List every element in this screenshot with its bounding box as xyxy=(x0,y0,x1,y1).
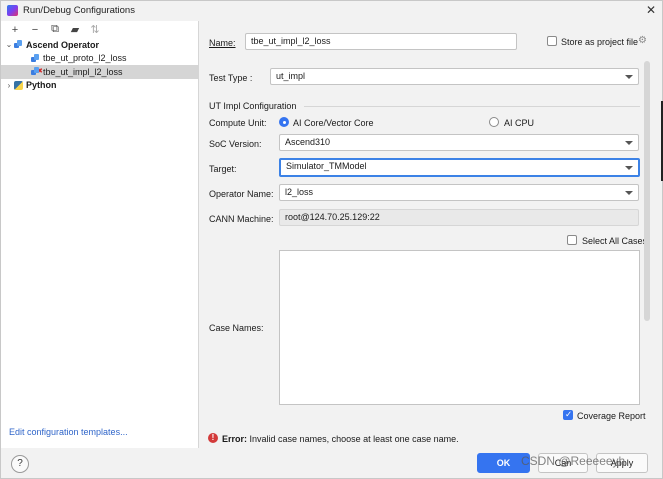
chevron-down-icon xyxy=(625,141,633,145)
test-type-value: ut_impl xyxy=(276,71,306,81)
error-label: Error: xyxy=(222,434,248,444)
soc-version-label: SoC Version: xyxy=(209,139,262,149)
cann-machine-field: root@124.70.25.129:22 xyxy=(279,209,639,226)
error-mark-icon: ✖ xyxy=(37,68,43,76)
name-input[interactable]: tbe_ut_impl_l2_loss xyxy=(245,33,517,50)
compute-unit-label: Compute Unit: xyxy=(209,118,267,128)
chevron-right-icon[interactable]: › xyxy=(4,81,14,90)
tree-toolbar: + − ⧉ ▰ ⇅ xyxy=(1,21,199,38)
soc-version-select[interactable]: Ascend310 xyxy=(279,134,639,151)
add-icon[interactable]: + xyxy=(5,22,25,37)
target-value: Simulator_TMModel xyxy=(286,161,367,171)
app-logo-icon xyxy=(7,5,18,16)
tree-group-ascend-operator[interactable]: ⌄ Ascend Operator xyxy=(1,38,199,52)
tree-item-label: tbe_ut_proto_l2_loss xyxy=(43,53,127,64)
radio-ai-cpu-label: AI CPU xyxy=(504,118,535,128)
test-type-label: Test Type : xyxy=(209,73,253,83)
section-title: UT Impl Configuration xyxy=(209,101,297,111)
case-names-list[interactable] xyxy=(279,250,640,405)
form-scrollbar[interactable] xyxy=(644,61,650,321)
section-divider xyxy=(304,106,640,107)
target-select[interactable]: Simulator_TMModel xyxy=(279,158,640,177)
operator-name-value: l2_loss xyxy=(285,187,314,197)
target-label: Target: xyxy=(209,164,237,174)
operator-config-icon: ✖ xyxy=(31,67,43,76)
chevron-down-icon xyxy=(625,191,633,195)
title-bar: Run/Debug Configurations ✕ xyxy=(1,1,662,21)
name-label: Name: xyxy=(209,38,236,48)
cann-machine-label: CANN Machine: xyxy=(209,214,274,224)
operator-name-label: Operator Name: xyxy=(209,189,274,199)
chevron-down-icon xyxy=(625,75,633,79)
python-icon xyxy=(14,80,23,90)
copy-icon[interactable]: ⧉ xyxy=(45,22,65,37)
edit-templates-link[interactable]: Edit configuration templates... xyxy=(9,427,128,437)
tree-group-label: Python xyxy=(26,80,57,91)
coverage-report-checkbox[interactable] xyxy=(563,409,573,420)
case-names-label: Case Names: xyxy=(209,323,264,333)
chevron-down-icon xyxy=(625,166,633,170)
config-tree: ⌄ Ascend Operator tbe_ut_proto_l2_loss ✖… xyxy=(1,38,199,92)
folder-icon[interactable]: ▰ xyxy=(65,22,85,37)
config-tree-panel: + − ⧉ ▰ ⇅ ⌄ Ascend Operator tbe_ut_proto… xyxy=(1,21,199,448)
error-message: Error: Invalid case names, choose at lea… xyxy=(222,434,459,444)
tree-item-proto[interactable]: tbe_ut_proto_l2_loss xyxy=(1,52,199,66)
test-type-select[interactable]: ut_impl xyxy=(270,68,639,85)
config-form: Name: tbe_ut_impl_l2_loss Store as proje… xyxy=(200,21,662,448)
remove-icon[interactable]: − xyxy=(25,22,45,37)
soc-version-value: Ascend310 xyxy=(285,137,331,147)
radio-ai-cpu[interactable] xyxy=(489,117,499,127)
radio-ai-core[interactable] xyxy=(279,117,289,127)
close-icon[interactable]: ✕ xyxy=(644,3,658,17)
select-all-cases-checkbox[interactable] xyxy=(567,235,577,245)
tree-item-impl[interactable]: ✖ tbe_ut_impl_l2_loss xyxy=(1,65,199,79)
help-button[interactable]: ? xyxy=(11,455,29,473)
watermark: CSDN @Reeeeeyh xyxy=(521,454,626,468)
gear-icon[interactable]: ⚙ xyxy=(638,35,647,46)
sort-icon[interactable]: ⇅ xyxy=(85,22,105,37)
operator-config-icon xyxy=(31,53,40,63)
error-text: Invalid case names, choose at least one … xyxy=(249,434,459,444)
coverage-report-label: Coverage Report xyxy=(577,411,646,421)
run-debug-dialog: Run/Debug Configurations ✕ + − ⧉ ▰ ⇅ ⌄ A… xyxy=(0,0,663,479)
operator-name-select[interactable]: l2_loss xyxy=(279,184,639,201)
store-project-label: Store as project file xyxy=(561,37,639,47)
window-title: Run/Debug Configurations xyxy=(23,5,135,16)
tree-group-python[interactable]: › Python xyxy=(1,79,199,93)
ascend-operator-icon xyxy=(14,40,23,49)
store-project-checkbox[interactable] xyxy=(547,36,557,46)
chevron-down-icon[interactable]: ⌄ xyxy=(4,40,14,49)
error-icon: ! xyxy=(208,433,218,443)
tree-item-label: tbe_ut_impl_l2_loss xyxy=(43,66,123,77)
radio-ai-core-label: AI Core/Vector Core xyxy=(293,118,374,128)
select-all-cases-label: Select All Cases xyxy=(582,236,648,246)
tree-group-label: Ascend Operator xyxy=(26,39,100,50)
